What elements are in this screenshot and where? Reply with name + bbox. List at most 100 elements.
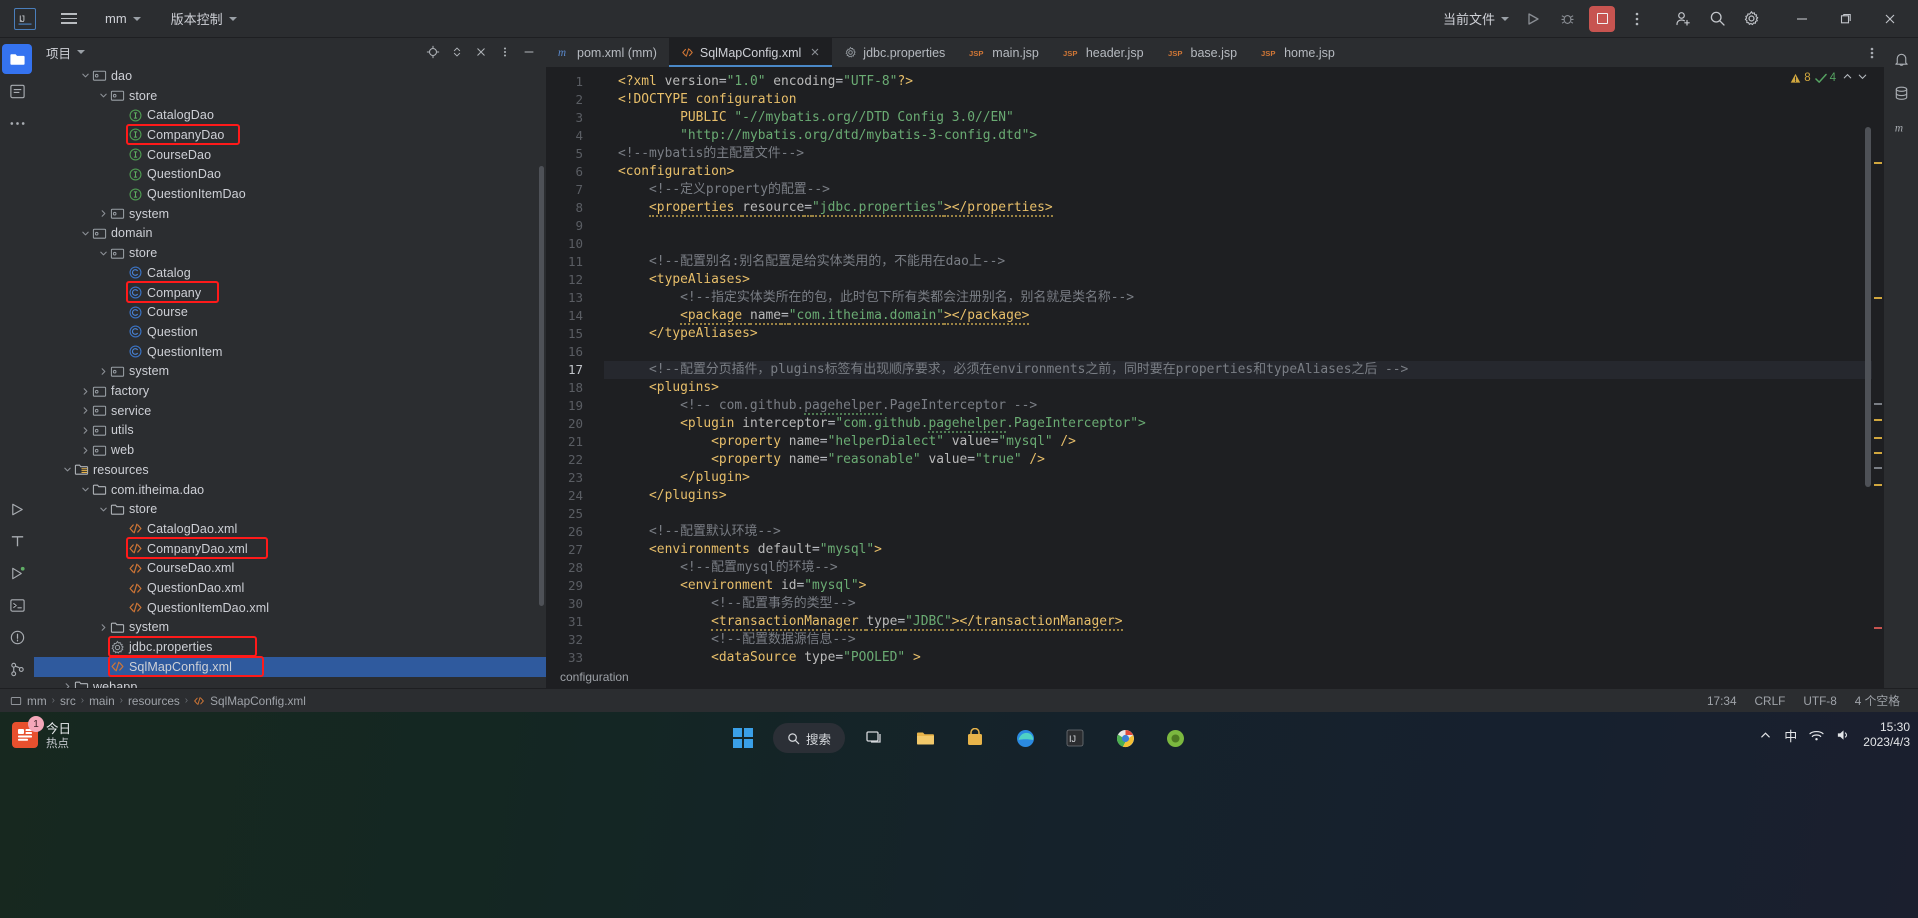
tree-item-system[interactable]: system	[34, 362, 546, 382]
chevron-down-icon[interactable]	[62, 464, 73, 475]
tree-item-com-itheima-dao[interactable]: com.itheima.dao	[34, 480, 546, 500]
tree-item-sqlmapconfig-xml[interactable]: SqlMapConfig.xml	[34, 657, 546, 677]
chevron-right-icon[interactable]	[80, 425, 91, 436]
add-user-icon[interactable]	[1668, 5, 1698, 33]
marker-warning[interactable]	[1874, 297, 1882, 299]
tree-item-web[interactable]: web	[34, 440, 546, 460]
tree-item-course[interactable]: Course	[34, 302, 546, 322]
code-line[interactable]: <!DOCTYPE configuration	[604, 91, 1884, 109]
chevron-down-icon[interactable]	[80, 484, 91, 495]
marker-warning[interactable]	[1874, 484, 1882, 486]
tree-item-webapp[interactable]: webapp	[34, 677, 546, 688]
main-menu-button[interactable]	[58, 8, 80, 30]
code-fold-column[interactable]	[592, 67, 604, 666]
volume-icon[interactable]	[1836, 728, 1851, 742]
code-minimap-markers[interactable]	[1872, 67, 1884, 666]
editor-tab-home-jsp[interactable]: JSP home.jsp	[1249, 38, 1347, 67]
sidebar-item-todo[interactable]	[2, 526, 32, 556]
tree-item-dao[interactable]: dao	[34, 66, 546, 86]
code-line[interactable]: PUBLIC "-//mybatis.org//DTD Config 3.0//…	[604, 109, 1884, 127]
close-icon[interactable]	[470, 41, 492, 63]
code-line[interactable]: <!--配置mysql的环境-->	[604, 559, 1884, 577]
chevron-down-icon[interactable]	[98, 90, 109, 101]
code-line[interactable]: <dataSource type="POOLED" >	[604, 649, 1884, 666]
expand-collapse-icon[interactable]	[446, 41, 468, 63]
news-weather-widget[interactable]: 1 今日 热点	[12, 716, 71, 752]
status-bar-item[interactable]: 4 个空格	[1855, 692, 1900, 709]
code-line[interactable]: <!--定义property的配置-->	[604, 181, 1884, 199]
tree-item-questionitem[interactable]: QuestionItem	[34, 342, 546, 362]
code-line[interactable]: <!--配置事务的类型-->	[604, 595, 1884, 613]
tree-item-company[interactable]: Company	[34, 283, 546, 303]
chevron-right-icon[interactable]	[98, 366, 109, 377]
status-breadcrumb-item[interactable]: src	[60, 694, 76, 708]
code-line[interactable]: <transactionManager type="JDBC"></transa…	[604, 613, 1884, 631]
code-line[interactable]: <!-- com.github.pagehelper.PageIntercept…	[604, 397, 1884, 415]
gear-icon[interactable]	[1736, 5, 1766, 33]
marker-warning[interactable]	[1874, 162, 1882, 164]
tree-item-system[interactable]: system	[34, 618, 546, 638]
tree-item-questiondao[interactable]: QuestionDao	[34, 165, 546, 185]
status-bar-item[interactable]: UTF-8	[1803, 694, 1836, 708]
code-line[interactable]: <environment id="mysql">	[604, 577, 1884, 595]
status-breadcrumb-item[interactable]: main	[89, 694, 115, 708]
editor-tabs-more-icon[interactable]	[1860, 38, 1884, 67]
code-line[interactable]: </typeAliases>	[604, 325, 1884, 343]
tree-item-store[interactable]: store	[34, 243, 546, 263]
code-line[interactable]: <!--指定实体类所在的包，此时包下所有类都会注册别名，别名就是类名称-->	[604, 289, 1884, 307]
tree-item-questionitemdao-xml[interactable]: QuestionItemDao.xml	[34, 598, 546, 618]
code-line[interactable]: <typeAliases>	[604, 271, 1884, 289]
sidebar-item-problems[interactable]	[2, 622, 32, 652]
editor-tab-pom-xml-mm-[interactable]: m pom.xml (mm)	[546, 38, 669, 67]
code-line[interactable]	[604, 505, 1884, 523]
editor-tab-close-icon[interactable]	[810, 46, 820, 60]
tree-item-jdbc-properties[interactable]: jdbc.properties	[34, 637, 546, 657]
chrome-icon[interactable]	[1105, 718, 1145, 758]
chevron-right-icon[interactable]	[80, 445, 91, 456]
marker-error[interactable]	[1874, 627, 1882, 629]
chevron-up-icon[interactable]	[1759, 729, 1772, 742]
code-line[interactable]: <property name="helperDialect" value="my…	[604, 433, 1884, 451]
code-line[interactable]: <configuration>	[604, 163, 1884, 181]
code-line[interactable]	[604, 343, 1884, 361]
code-line[interactable]: <environments default="mysql">	[604, 541, 1884, 559]
tree-item-question[interactable]: Question	[34, 322, 546, 342]
status-breadcrumb-item[interactable]: SqlMapConfig.xml	[193, 694, 306, 708]
scroll-down-icon[interactable]	[1857, 71, 1868, 85]
tree-item-catalogdao-xml[interactable]: CatalogDao.xml	[34, 519, 546, 539]
search-icon[interactable]	[1702, 5, 1732, 33]
tree-item-coursedao-xml[interactable]: CourseDao.xml	[34, 559, 546, 579]
editor-tab-jdbc-properties[interactable]: jdbc.properties	[832, 38, 957, 67]
status-bar-item[interactable]: 17:34	[1707, 694, 1737, 708]
chevron-down-icon[interactable]	[98, 504, 109, 515]
sidebar-item-commit[interactable]	[2, 76, 32, 106]
chevron-right-icon[interactable]	[98, 622, 109, 633]
code-line[interactable]: <!--配置默认环境-->	[604, 523, 1884, 541]
network-icon[interactable]	[1809, 729, 1824, 742]
code-line[interactable]: <package name="com.itheima.domain"></pac…	[604, 307, 1884, 325]
code-line[interactable]: <!--配置分页插件，plugins标签有出现顺序要求，必须在environme…	[604, 361, 1884, 379]
ide-icon[interactable]: IJ	[1055, 718, 1095, 758]
inspection-widget[interactable]: 8 4	[1790, 71, 1868, 85]
database-icon[interactable]	[1886, 78, 1916, 108]
tree-item-coursedao[interactable]: CourseDao	[34, 145, 546, 165]
code-line[interactable]: <!--mybatis的主配置文件-->	[604, 145, 1884, 163]
marker-warning[interactable]	[1874, 437, 1882, 439]
sidebar-item-git[interactable]	[2, 654, 32, 684]
tree-item-store[interactable]: store	[34, 86, 546, 106]
editor-breadcrumb[interactable]: configuration	[546, 666, 1884, 688]
tree-item-companydao-xml[interactable]: CompanyDao.xml	[34, 539, 546, 559]
editor-tab-base-jsp[interactable]: JSP base.jsp	[1156, 38, 1250, 67]
task-view-icon[interactable]	[855, 718, 895, 758]
code-line[interactable]	[604, 217, 1884, 235]
taskbar-clock[interactable]: 15:30 2023/4/3	[1863, 720, 1910, 750]
sidebar-item-run[interactable]	[2, 494, 32, 524]
tree-item-questionitemdao[interactable]: QuestionItemDao	[34, 184, 546, 204]
status-breadcrumb-item[interactable]: mm	[10, 694, 47, 708]
marker-warning[interactable]	[1874, 419, 1882, 421]
sidebar-item-more[interactable]	[2, 108, 32, 138]
code-line[interactable]: <plugin interceptor="com.github.pagehelp…	[604, 415, 1884, 433]
marker-info[interactable]	[1874, 467, 1882, 469]
maximize-icon[interactable]	[1824, 1, 1868, 37]
debug-icon[interactable]	[1552, 5, 1582, 33]
